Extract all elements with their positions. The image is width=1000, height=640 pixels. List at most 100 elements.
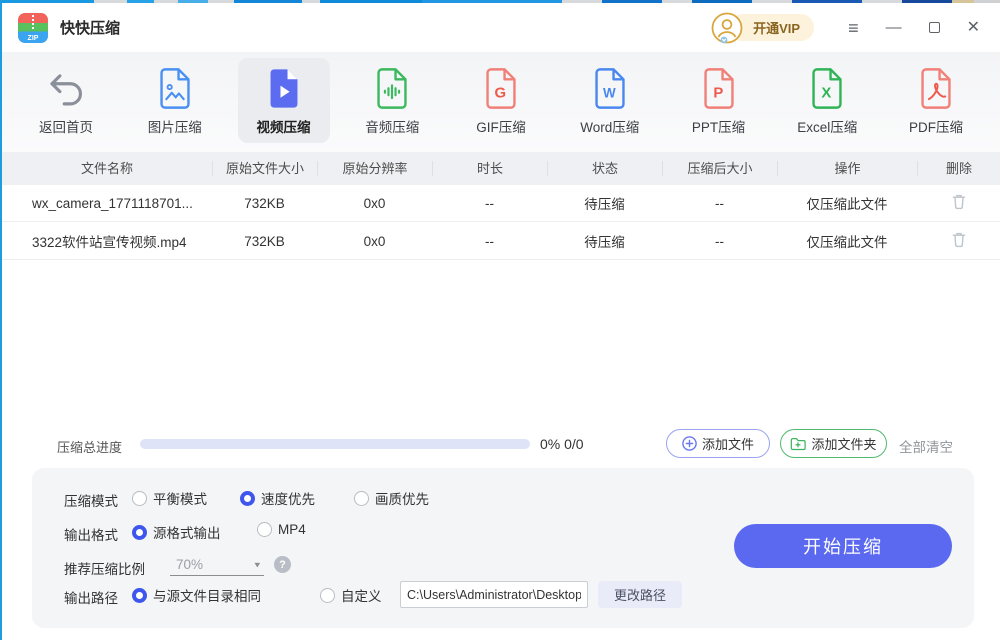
- toolbar-item-label: Word压缩: [580, 116, 639, 136]
- cell-duration: --: [432, 234, 547, 249]
- radio-label: 速度优先: [261, 488, 315, 508]
- radio-label: 自定义: [341, 585, 382, 605]
- add-file-label: 添加文件: [702, 434, 754, 453]
- toolbar-item-label: 图片压缩: [148, 116, 202, 136]
- radio-dot: [354, 491, 369, 506]
- custom-path-input[interactable]: [400, 581, 588, 608]
- audio-file-icon: [375, 66, 409, 111]
- col-header-filename: 文件名称: [2, 161, 212, 176]
- svg-text:G: G: [495, 86, 507, 102]
- app-logo-icon: ZIP: [18, 13, 48, 43]
- add-folder-button[interactable]: 添加文件夹: [780, 429, 887, 458]
- toolbar-item-pdf-compress[interactable]: PDF压缩: [890, 58, 982, 143]
- recommended-ratio-label: 推荐压缩比例: [64, 558, 145, 578]
- ppt-file-icon: P: [702, 66, 736, 111]
- compress-this-file-link[interactable]: 仅压缩此文件: [777, 231, 917, 251]
- toolbar-item-label: PDF压缩: [909, 116, 963, 136]
- table-row[interactable]: wx_camera_1771118701... 732KB 0x0 -- 待压缩…: [2, 185, 1000, 222]
- cell-status: 待压缩: [547, 231, 662, 251]
- output-path-label: 输出路径: [64, 587, 118, 607]
- title-bar: ZIP 快快压缩 开通VIP ≡ —: [2, 3, 1000, 52]
- close-icon[interactable]: ✕: [967, 20, 980, 36]
- col-header-compressed-size: 压缩后大小: [662, 161, 777, 176]
- progress-percent: 0%: [540, 436, 560, 452]
- toolbar-item-audio-compress[interactable]: 音频压缩: [346, 58, 438, 143]
- radio-quality-priority[interactable]: 画质优先: [354, 488, 429, 508]
- delete-file-icon[interactable]: [951, 193, 967, 210]
- toolbar-item-label: 音频压缩: [365, 116, 419, 136]
- toolbar-item-label: PPT压缩: [692, 116, 745, 136]
- cell-status: 待压缩: [547, 193, 662, 213]
- app-logo-zip-text: ZIP: [18, 35, 48, 42]
- compress-mode-label: 压缩模式: [64, 490, 118, 510]
- svg-text:W: W: [603, 86, 616, 101]
- radio-speed-priority[interactable]: 速度优先: [240, 488, 315, 508]
- app-window: ZIP 快快压缩 开通VIP ≡ —: [0, 0, 1000, 640]
- maximize-icon[interactable]: [929, 22, 940, 33]
- progress-stats: 0% 0/0: [540, 436, 584, 452]
- radio-custom-path[interactable]: 自定义: [320, 585, 382, 605]
- ratio-select-dropdown[interactable]: 70% ▾: [170, 554, 264, 576]
- cell-compressed-size: --: [662, 196, 777, 211]
- start-compress-button[interactable]: 开始压缩: [734, 524, 952, 568]
- radio-dot: [132, 588, 147, 603]
- toolbar-item-word-compress[interactable]: W Word压缩: [564, 58, 656, 143]
- settings-panel: 压缩模式 平衡模式 速度优先 画质优先 输出格式 源格式输出 MP4 推荐压缩比…: [32, 468, 974, 628]
- toolbar-item-ppt-compress[interactable]: P PPT压缩: [673, 58, 765, 143]
- cell-compressed-size: --: [662, 234, 777, 249]
- word-file-icon: W: [593, 66, 627, 111]
- gif-file-icon: G: [484, 66, 518, 111]
- cell-resolution: 0x0: [317, 234, 432, 249]
- compress-type-toolbar: 返回首页 图片压缩 视频压缩: [2, 52, 1000, 152]
- total-progress-label: 压缩总进度: [57, 437, 122, 456]
- toolbar-item-label: 视频压缩: [257, 116, 311, 136]
- radio-label: 源格式输出: [153, 522, 221, 542]
- table-row[interactable]: 3322软件站宣传视频.mp4 732KB 0x0 -- 待压缩 -- 仅压缩此…: [2, 223, 1000, 260]
- toolbar-item-gif-compress[interactable]: G GIF压缩: [455, 58, 547, 143]
- image-file-icon: [158, 66, 192, 111]
- toolbar-item-image-compress[interactable]: 图片压缩: [129, 58, 221, 143]
- col-header-duration: 时长: [432, 161, 547, 176]
- delete-file-icon[interactable]: [951, 231, 967, 248]
- output-format-label: 输出格式: [64, 524, 118, 544]
- radio-source-format[interactable]: 源格式输出: [132, 522, 221, 542]
- change-path-button[interactable]: 更改路径: [598, 581, 682, 608]
- toolbar-item-video-compress[interactable]: 视频压缩: [238, 58, 330, 143]
- radio-label: 平衡模式: [153, 488, 207, 508]
- compress-this-file-link[interactable]: 仅压缩此文件: [777, 193, 917, 213]
- ratio-value: 70%: [176, 557, 203, 572]
- file-table-header: 文件名称 原始文件大小 原始分辨率 时长 状态 压缩后大小 操作 删除: [2, 152, 1000, 185]
- col-header-action: 操作: [777, 161, 917, 176]
- add-file-button[interactable]: 添加文件: [666, 429, 770, 458]
- pdf-file-icon: [919, 66, 953, 111]
- minimize-icon[interactable]: —: [886, 20, 902, 36]
- plus-circle-icon: [682, 436, 697, 451]
- folder-plus-icon: [790, 437, 806, 451]
- radio-dot: [132, 491, 147, 506]
- cell-duration: --: [432, 196, 547, 211]
- radio-label: 与源文件目录相同: [153, 585, 261, 605]
- radio-dot: [257, 522, 272, 537]
- radio-dot: [240, 491, 255, 506]
- cell-original-size: 732KB: [212, 196, 317, 211]
- ratio-help-icon[interactable]: ?: [274, 556, 291, 573]
- toolbar-item-label: GIF压缩: [476, 116, 526, 136]
- toolbar-item-label: Excel压缩: [797, 116, 857, 136]
- user-avatar-icon[interactable]: [711, 12, 743, 44]
- progress-count: 0/0: [564, 436, 583, 452]
- toolbar-item-back-home[interactable]: 返回首页: [20, 58, 112, 143]
- radio-dot: [132, 525, 147, 540]
- add-folder-label: 添加文件夹: [811, 434, 876, 453]
- svg-text:P: P: [713, 86, 723, 102]
- radio-balanced-mode[interactable]: 平衡模式: [132, 488, 207, 508]
- app-title: 快快压缩: [60, 17, 120, 38]
- cell-resolution: 0x0: [317, 196, 432, 211]
- clear-all-link[interactable]: 全部清空: [899, 436, 953, 456]
- col-header-delete: 删除: [917, 161, 1000, 176]
- toolbar-item-excel-compress[interactable]: X Excel压缩: [781, 58, 873, 143]
- radio-same-as-source[interactable]: 与源文件目录相同: [132, 585, 261, 605]
- radio-label: 画质优先: [375, 488, 429, 508]
- menu-icon[interactable]: ≡: [848, 19, 859, 37]
- radio-mp4[interactable]: MP4: [257, 522, 306, 537]
- vip-button[interactable]: 开通VIP: [729, 13, 814, 43]
